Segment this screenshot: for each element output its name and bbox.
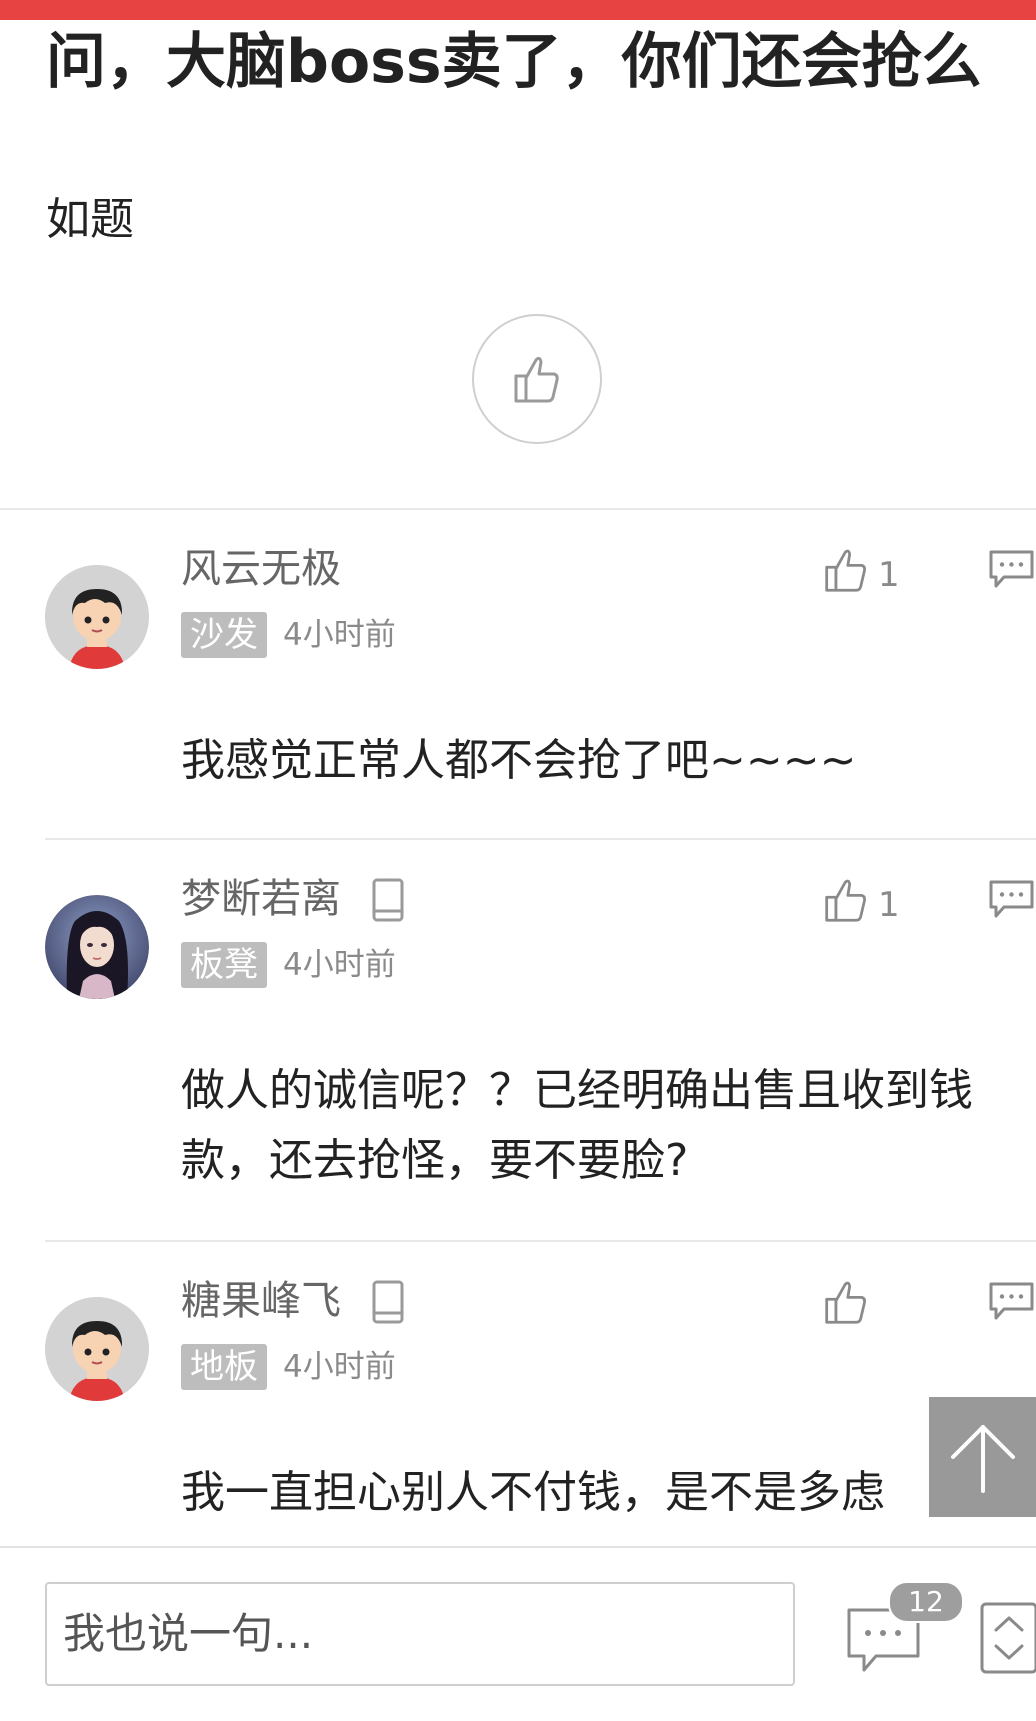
floor-badge: 板凳 — [181, 942, 267, 988]
top-accent-bar — [0, 0, 1036, 20]
avatar[interactable] — [45, 895, 149, 999]
comment-username[interactable]: 糖果峰飞 — [181, 1277, 341, 1325]
sort-toggle-icon[interactable] — [980, 1602, 1036, 1674]
comment-input[interactable]: 我也说一句... — [45, 1582, 795, 1686]
comment-text: 我感觉正常人都不会抢了吧~~~~ — [181, 735, 857, 786]
phone-icon — [372, 1280, 404, 1324]
thumbs-up-icon[interactable] — [824, 1279, 868, 1325]
comment-time: 4小时前 — [283, 1349, 396, 1385]
like-count: 1 — [878, 885, 900, 925]
reply-bubble-icon[interactable] — [988, 1281, 1034, 1321]
comment-time: 4小时前 — [283, 947, 396, 983]
reply-bubble-icon[interactable] — [988, 549, 1034, 589]
comment-divider — [45, 1240, 1036, 1242]
floor-badge: 沙发 — [181, 612, 267, 658]
comment-divider — [45, 838, 1036, 840]
comment-count-badge: 12 — [888, 1581, 964, 1623]
reply-bubble-icon[interactable] — [988, 879, 1034, 919]
like-count: 1 — [878, 555, 900, 595]
phone-icon — [372, 878, 404, 922]
back-to-top-button[interactable] — [929, 1397, 1036, 1517]
comment-text: 我一直担心别人不付钱，是不是多虑 — [181, 1467, 885, 1518]
bottom-comment-bar: 我也说一句... 12 — [0, 1546, 1036, 1721]
post-title: 问，大脑boss卖了，你们还会抢么 — [46, 27, 982, 97]
post-body: 如题 — [46, 194, 134, 245]
avatar[interactable] — [45, 565, 149, 669]
thumbs-up-icon — [514, 356, 559, 403]
avatar[interactable] — [45, 1297, 149, 1401]
post-like-button[interactable] — [472, 314, 602, 444]
arrow-up-icon — [950, 1425, 1015, 1493]
floor-badge: 地板 — [181, 1344, 267, 1390]
thumbs-up-icon[interactable] — [824, 547, 868, 593]
thumbs-up-icon[interactable] — [824, 877, 868, 923]
post-divider — [0, 508, 1036, 510]
comment-username[interactable]: 风云无极 — [181, 545, 341, 593]
comment-text: 做人的诚信呢？？已经明确出售且收到钱款，还去抢怪，要不要脸? — [181, 1065, 973, 1186]
comment-username[interactable]: 梦断若离 — [181, 875, 341, 923]
comment-time: 4小时前 — [283, 617, 396, 653]
